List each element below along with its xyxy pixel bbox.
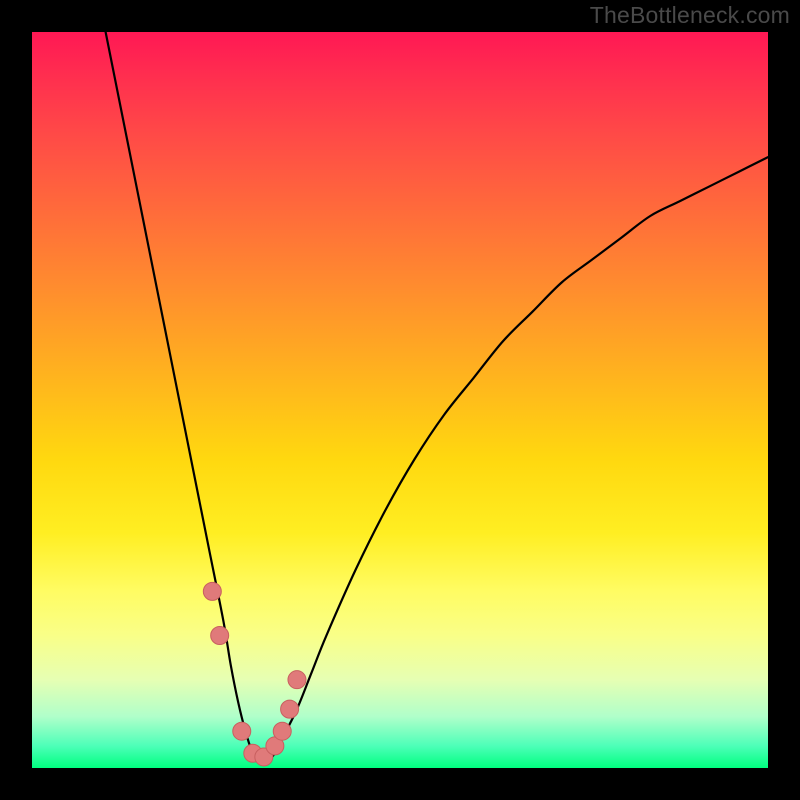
- highlight-marker: [203, 582, 221, 600]
- highlight-marker: [211, 627, 229, 645]
- highlight-marker: [233, 722, 251, 740]
- highlight-marker: [288, 671, 306, 689]
- watermark-text: TheBottleneck.com: [590, 2, 790, 29]
- chart-frame: TheBottleneck.com: [0, 0, 800, 800]
- highlight-marker: [273, 722, 291, 740]
- highlight-marker: [281, 700, 299, 718]
- curve-svg: [32, 32, 768, 768]
- bottleneck-curve: [106, 32, 768, 762]
- highlight-markers: [203, 582, 306, 766]
- plot-area: [32, 32, 768, 768]
